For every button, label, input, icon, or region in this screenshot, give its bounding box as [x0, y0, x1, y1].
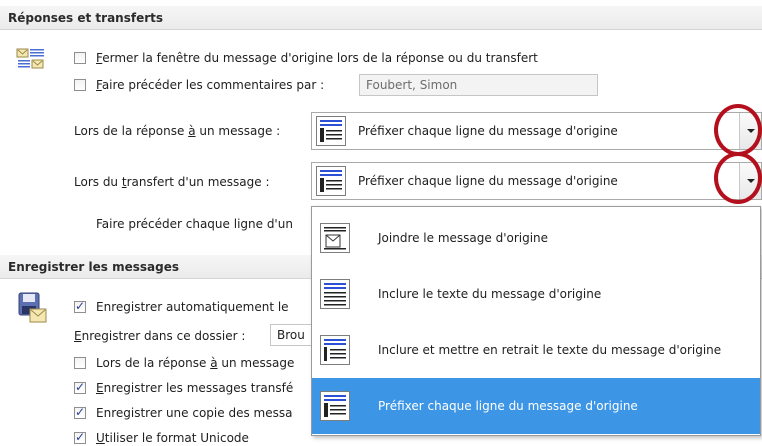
- dropdown-option-include[interactable]: Inclure le texte du message d'origine: [312, 266, 760, 322]
- reply-mode-value: Préfixer chaque ligne du message d'origi…: [358, 124, 618, 138]
- reply-mode-label: Lors de la réponse à un message :: [74, 124, 281, 138]
- prefix-lines-icon: [320, 391, 350, 421]
- include-indent-icon: [320, 335, 350, 365]
- include-text-icon: [320, 279, 350, 309]
- reply-mode-combobox[interactable]: Préfixer chaque ligne du message d'origi…: [311, 112, 762, 150]
- forward-mode-label: Lors du transfert d'un message :: [74, 175, 270, 189]
- highlight-ring: [714, 152, 762, 204]
- reply-mode-dropdown-list: Joindre le message d'origine Inclure le …: [311, 206, 761, 436]
- replies-section-header: Réponses et transferts: [0, 6, 762, 30]
- dropdown-option-label: Inclure le texte du message d'origine: [378, 287, 602, 301]
- close-original-checkbox[interactable]: [74, 52, 86, 64]
- save-on-reply-checkbox[interactable]: [74, 357, 86, 369]
- prefix-lines-icon: [316, 166, 346, 196]
- save-on-reply-label: Lors de la réponse à un message: [96, 356, 295, 370]
- save-forwarded-label: Enregistrer les messages transfé: [96, 381, 294, 395]
- save-messages-icon: [18, 292, 48, 326]
- unicode-checkbox[interactable]: [74, 430, 86, 444]
- save-copy-label: Enregistrer une copie des messa: [96, 406, 293, 420]
- preface-comments-label: Faire précéder les commentaires par :: [96, 78, 325, 92]
- autosave-label: Enregistrer automatiquement le: [96, 300, 289, 314]
- preface-comments-checkbox[interactable]: [74, 79, 86, 91]
- dropdown-option-label: Joindre le message d'origine: [378, 231, 549, 245]
- prefix-lines-icon: [316, 116, 346, 146]
- preface-comments-input[interactable]: Foubert, Simon: [359, 74, 598, 96]
- unicode-label: Utiliser le format Unicode: [96, 431, 249, 445]
- close-original-label: Fermer la fenêtre du message d'origine l…: [96, 51, 538, 65]
- autosave-checkbox[interactable]: [74, 299, 86, 313]
- attach-original-icon: [320, 223, 350, 253]
- dropdown-option-label: Préfixer chaque ligne du message d'origi…: [378, 399, 638, 413]
- prefix-each-line-label: Faire précéder chaque ligne d'un: [96, 217, 293, 231]
- save-forwarded-checkbox[interactable]: [74, 380, 86, 394]
- dropdown-option-include-indent[interactable]: Inclure et mettre en retrait le texte du…: [312, 322, 760, 378]
- reply-forward-icon: [16, 46, 46, 72]
- dropdown-option-attach[interactable]: Joindre le message d'origine: [312, 210, 760, 266]
- highlight-ring: [714, 104, 762, 156]
- dropdown-option-label: Inclure et mettre en retrait le texte du…: [378, 343, 722, 357]
- dropdown-option-prefix[interactable]: Préfixer chaque ligne du message d'origi…: [312, 378, 760, 434]
- save-folder-label: Enregistrer dans ce dossier :: [74, 329, 246, 343]
- save-copy-checkbox[interactable]: [74, 405, 86, 419]
- forward-mode-combobox[interactable]: Préfixer chaque ligne du message d'origi…: [311, 162, 762, 200]
- forward-mode-value: Préfixer chaque ligne du message d'origi…: [358, 174, 618, 188]
